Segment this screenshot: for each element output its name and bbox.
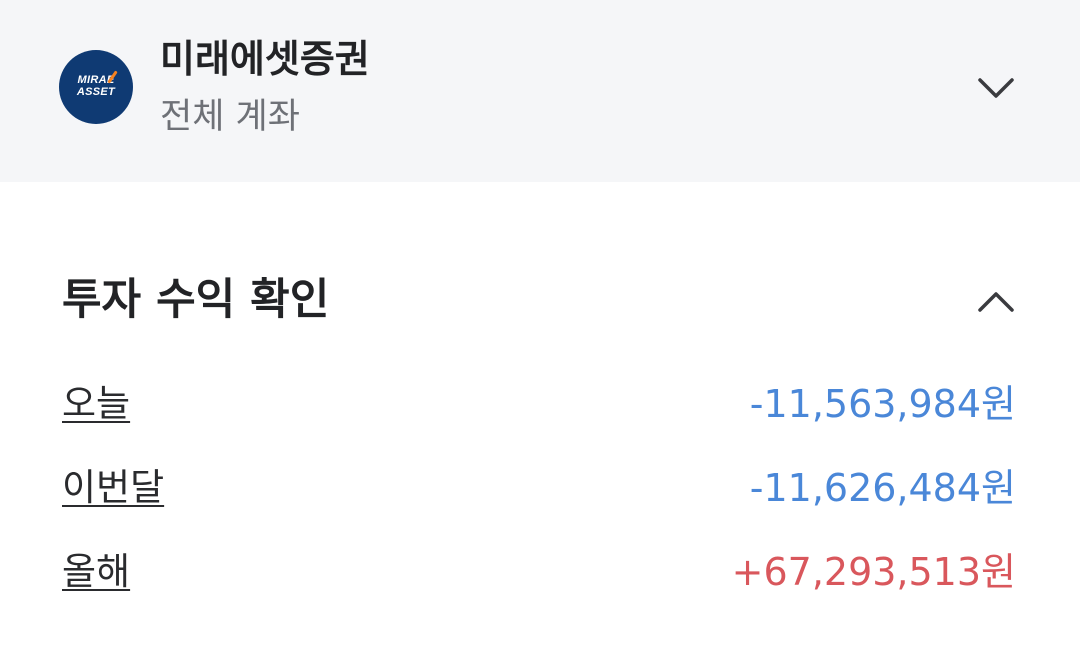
mirae-asset-logo: MIRAE ASSET	[59, 50, 133, 124]
return-row-today: 오늘 -11,563,984원	[62, 376, 1016, 432]
account-header[interactable]: MIRAE ASSET 미래에셋증권 전체 계좌	[0, 0, 1080, 182]
chevron-down-icon[interactable]	[976, 70, 1016, 106]
logo-text-line2: ASSET	[76, 86, 116, 98]
return-row-year: 올해 +67,293,513원	[62, 544, 1016, 600]
logo-text-line1: MIRAE	[77, 74, 115, 86]
chevron-up-icon[interactable]	[976, 284, 1016, 320]
return-label-year[interactable]: 올해	[62, 544, 130, 600]
account-scope: 전체 계좌	[160, 97, 300, 137]
return-value-today: -11,563,984원	[749, 382, 1016, 426]
broker-name: 미래에셋증권	[160, 37, 370, 81]
return-row-month: 이번달 -11,626,484원	[62, 460, 1016, 516]
return-value-month: -11,626,484원	[749, 466, 1016, 510]
section-title: 투자 수익 확인	[62, 275, 330, 325]
return-value-year: +67,293,513원	[731, 550, 1016, 594]
return-label-today[interactable]: 오늘	[62, 376, 130, 432]
return-label-month[interactable]: 이번달	[62, 460, 164, 516]
